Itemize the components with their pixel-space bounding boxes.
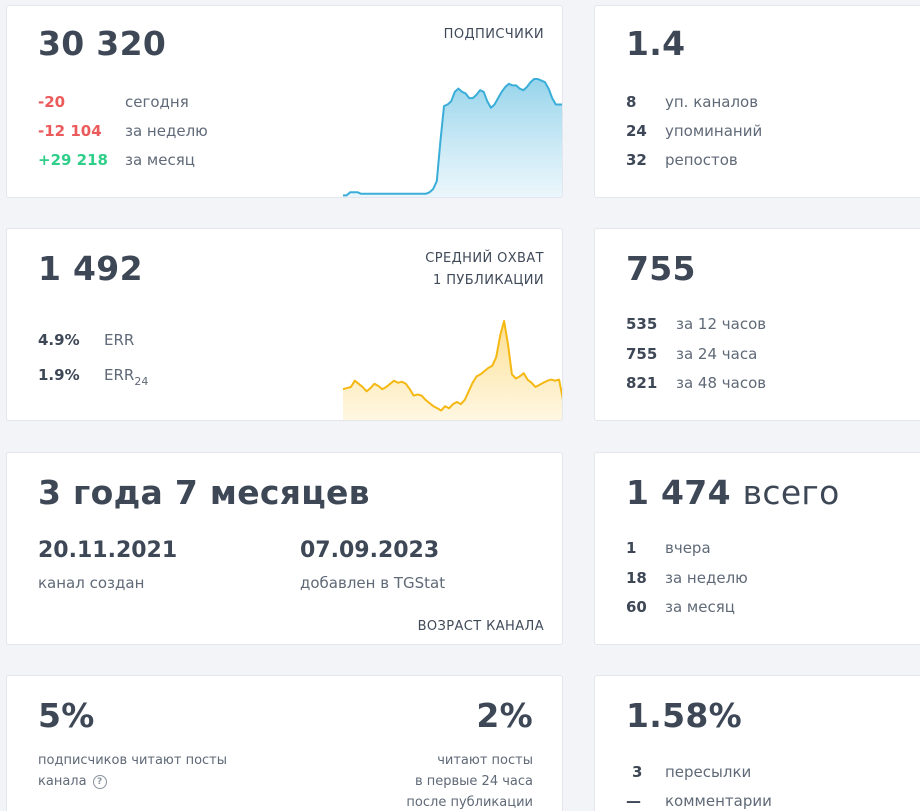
readers-percent: 5% xyxy=(38,696,95,735)
reach-caption-line2: 1 ПУБЛИКАЦИИ xyxy=(433,273,544,288)
posts-week-row: 18 за неделю xyxy=(626,567,876,589)
views-48h-row: 821 за 48 часов xyxy=(626,372,876,394)
engagement-forwards-label: пересылки xyxy=(665,763,752,781)
mentions-channels-row: 8 уп. каналов xyxy=(626,91,876,113)
mentions-count-label: упоминаний xyxy=(665,122,763,140)
posts-yesterday-row: 1 вчера xyxy=(626,537,876,559)
err24-value: 1.9% xyxy=(38,366,80,384)
subscribers-caption: ПОДПИСЧИКИ xyxy=(443,27,544,42)
views-24h-value: 755 xyxy=(626,345,658,363)
err-row: 4.9% ERR xyxy=(38,329,238,351)
reach-value: 1 492 xyxy=(38,249,143,288)
subscribers-sparkline xyxy=(343,78,562,197)
posts-card[interactable]: 1 474 всего 1 вчера 18 за неделю 60 за м… xyxy=(594,452,920,645)
engagement-value: 1.58% xyxy=(626,696,742,735)
err24-row: 1.9% ERR24 xyxy=(38,364,238,388)
engagement-forwards-row: 3 пересылки xyxy=(626,761,876,783)
channel-age-card[interactable]: 3 года 7 месяцев 20.11.2021 канал создан… xyxy=(6,452,563,645)
created-label: канал создан xyxy=(38,574,145,592)
mentions-reposts-value: 32 xyxy=(626,151,647,169)
subscribers-week-value: -12 104 xyxy=(38,122,102,140)
subscribers-today-value: -20 xyxy=(38,93,66,111)
views-12h-label: за 12 часов xyxy=(676,315,767,333)
posts-yesterday-label: вчера xyxy=(665,539,711,557)
added-label: добавлен в TGStat xyxy=(300,574,446,592)
reach-sparkline-area xyxy=(343,321,562,420)
err24-label-text: ERR xyxy=(104,366,135,384)
views-card[interactable]: 755 535 за 12 часов 755 за 24 часа 821 з… xyxy=(594,228,920,421)
subscribers-today-row: -20 сегодня xyxy=(38,91,288,113)
reach-card[interactable]: 1 492 СРЕДНИЙ ОХВАТ 1 ПУБЛИКАЦИИ 4.9% ER… xyxy=(6,228,563,421)
engagement-comments-label: комментарии xyxy=(665,792,772,810)
subscribers-month-label: за месяц xyxy=(125,151,195,169)
created-date: 20.11.2021 xyxy=(38,538,178,563)
posts-month-label: за месяц xyxy=(665,598,735,616)
channel-age-caption: ВОЗРАСТ КАНАЛА xyxy=(417,619,544,634)
readers-24h-desc-line3: после публикации xyxy=(406,795,533,810)
engagement-card[interactable]: 1.58% 3 пересылки — комментарии xyxy=(594,675,920,811)
subscribers-week-label: за неделю xyxy=(125,122,208,140)
views-48h-label: за 48 часов xyxy=(676,374,767,392)
err24-label: ERR24 xyxy=(104,364,148,393)
engagement-comments-value: — xyxy=(626,792,641,810)
readers-24h-desc-line2: в первые 24 часа xyxy=(414,774,533,789)
posts-total-suffix: всего xyxy=(742,473,840,512)
err-label: ERR xyxy=(104,331,135,349)
posts-total-value: 1 474 xyxy=(626,473,731,512)
readers-24h-percent: 2% xyxy=(476,696,533,735)
reach-sparkline xyxy=(343,320,562,420)
err-value: 4.9% xyxy=(38,331,80,349)
views-48h-value: 821 xyxy=(626,374,658,392)
views-24h-label: за 24 часа xyxy=(676,345,758,363)
mentions-reposts-label: репостов xyxy=(665,151,738,169)
readers-card[interactable]: 5% подписчиков читают посты канала? 2% ч… xyxy=(6,675,563,811)
posts-yesterday-value: 1 xyxy=(626,539,637,557)
subscribers-week-row: -12 104 за неделю xyxy=(38,120,288,142)
posts-total: 1 474 всего xyxy=(626,473,840,512)
readers-24h-desc-line1: читают посты xyxy=(437,753,533,768)
mentions-reposts-row: 32 репостов xyxy=(626,149,876,171)
mentions-count-row: 24 упоминаний xyxy=(626,120,876,142)
added-date: 07.09.2023 xyxy=(300,538,440,563)
engagement-forwards-value: 3 xyxy=(632,763,643,781)
posts-month-row: 60 за месяц xyxy=(626,596,876,618)
readers-desc-line1: подписчиков читают посты xyxy=(38,753,228,768)
channel-age-value: 3 года 7 месяцев xyxy=(38,473,370,512)
engagement-comments-row: — комментарии xyxy=(626,790,876,811)
posts-week-label: за неделю xyxy=(665,569,748,587)
mentions-channels-value: 8 xyxy=(626,93,637,111)
readers-desc-line2-text: канала xyxy=(38,774,87,789)
help-icon[interactable]: ? xyxy=(92,775,107,789)
subscribers-today-label: сегодня xyxy=(125,93,189,111)
views-24h-row: 755 за 24 часа xyxy=(626,343,876,365)
views-12h-row: 535 за 12 часов xyxy=(626,313,876,335)
mentions-card[interactable]: 1.4 8 уп. каналов 24 упоминаний 32 репос… xyxy=(594,5,920,198)
subscribers-count: 30 320 xyxy=(38,24,167,63)
err24-label-subscript: 24 xyxy=(134,375,149,388)
mentions-channels-label: уп. каналов xyxy=(665,93,759,111)
subscribers-month-value: +29 218 xyxy=(38,151,108,169)
mentions-count-value: 24 xyxy=(626,122,647,140)
posts-week-value: 18 xyxy=(626,569,647,587)
views-12h-value: 535 xyxy=(626,315,658,333)
views-value: 755 xyxy=(626,249,696,288)
subscribers-month-row: +29 218 за месяц xyxy=(38,149,288,171)
mentions-index: 1.4 xyxy=(626,24,686,63)
readers-desc-line2: канала? xyxy=(38,772,107,792)
subscribers-card[interactable]: 30 320 ПОДПИСЧИКИ -20 сегодня -12 104 за… xyxy=(6,5,563,198)
posts-month-value: 60 xyxy=(626,598,647,616)
reach-caption-line1: СРЕДНИЙ ОХВАТ xyxy=(425,251,544,266)
